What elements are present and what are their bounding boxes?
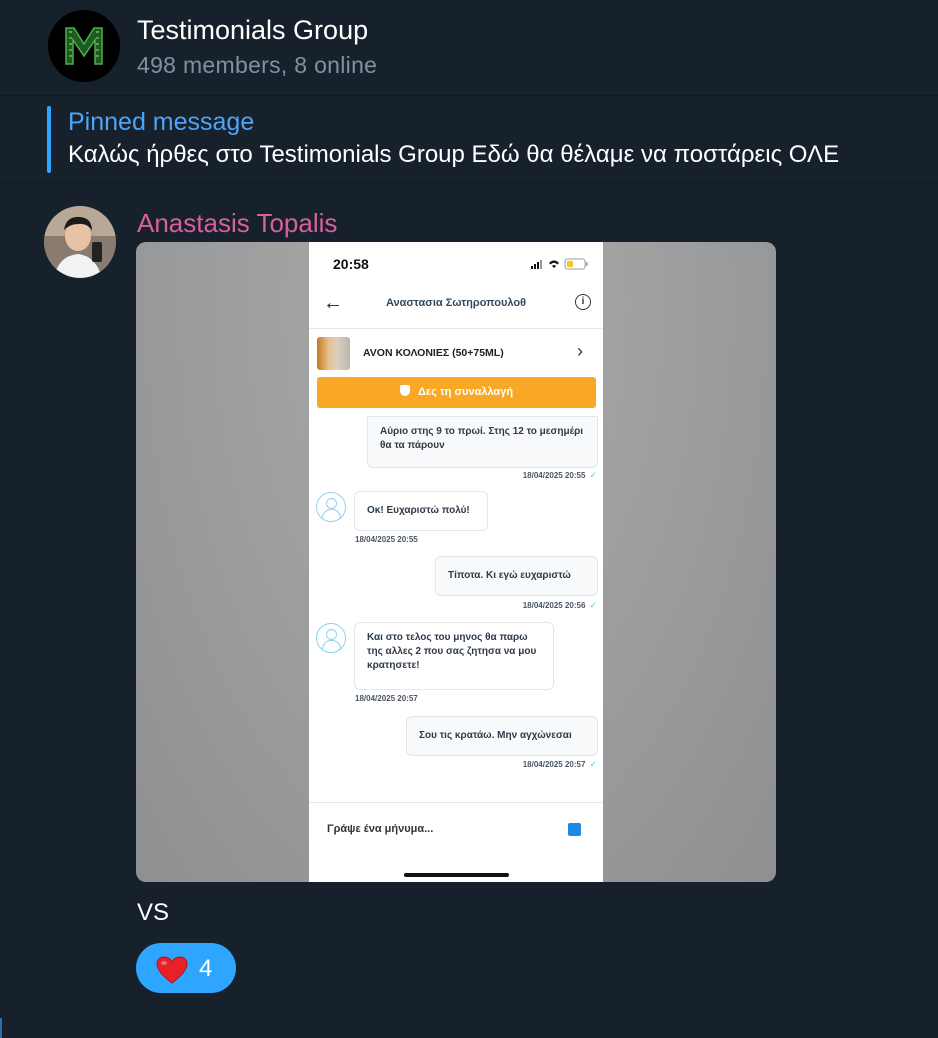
chat-title: Testimonials Group (137, 15, 369, 45)
timestamp-text: 18/04/2025 20:57 (522, 760, 586, 769)
message-text: Σου τις κρατάω. Μην αγχώνεσαι (419, 730, 572, 741)
read-check-icon: ✓ (589, 759, 597, 769)
member-count: 498 members, 8 online (137, 52, 378, 78)
message-timestamp: 18/04/2025 20:55 ✓ (523, 470, 597, 481)
sender-avatar[interactable] (44, 206, 116, 278)
info-icon: i (575, 294, 591, 310)
group-logo-icon (48, 10, 120, 82)
user-placeholder-icon (316, 492, 346, 522)
message-bubble-in: Οκ! Ευχαριστώ πολύ! (354, 491, 488, 531)
read-check-icon: ✓ (589, 470, 597, 480)
message-text: Αύριο στης 9 το πρωί. Στης 12 το μεσημέρ… (380, 426, 584, 451)
message-caption: VS (137, 899, 170, 926)
phone-message-input: Γράψε ένα μήνυμα... (309, 802, 603, 882)
timestamp-text: 18/04/2025 20:55 (522, 471, 586, 480)
home-indicator (404, 873, 509, 877)
image-icon (568, 823, 581, 836)
pinned-accent-bar (47, 106, 51, 173)
message-text: Οκ! Ευχαριστώ πολύ! (367, 505, 470, 516)
phone-chat-header: ← Αναστασια Σωτηροπουλοθ i (309, 282, 603, 329)
product-thumbnail (317, 337, 350, 370)
view-deal-label: Δες τη συναλλαγή (417, 386, 514, 398)
heart-icon (156, 956, 188, 984)
reaction-count: 4 (199, 955, 213, 982)
phone-screenshot: 20:58 ← Αναστασια Σωτηροπουλοθ i AVON ΚΟ… (309, 242, 603, 882)
user-photo-icon (44, 206, 116, 278)
read-check-icon: ✓ (589, 600, 597, 610)
sender-name[interactable]: Anastasis Topalis (137, 208, 337, 239)
pinned-text: Καλώς ήρθες στο Testimonials Group Εδώ θ… (68, 141, 840, 168)
message-timestamp: 18/04/2025 20:57 (355, 694, 418, 703)
message-timestamp: 18/04/2025 20:56 ✓ (523, 600, 597, 611)
message-bubble-out: Τίποτα. Κι εγώ ευχαριστώ (435, 556, 598, 596)
input-placeholder: Γράψε ένα μήνυμα... (327, 823, 434, 835)
product-row: AVON ΚΟΛΟΝΙΕΣ (50+75ML) › (309, 329, 603, 377)
chat-header[interactable]: Testimonials Group 498 members, 8 online (0, 0, 938, 96)
pinned-label: Pinned message (68, 108, 255, 136)
message-bubble-out: Σου τις κρατάω. Μην αγχώνεσαι (406, 716, 598, 756)
shield-icon (399, 385, 410, 396)
message-bubble-in: Και στο τελος του μηνος θα παρω της αλλε… (354, 622, 554, 690)
phone-conversation: Αύριο στης 9 το πρωί. Στης 12 το μεσημέρ… (309, 412, 603, 802)
message-text: Τίποτα. Κι εγώ ευχαριστώ (448, 570, 571, 581)
product-name: AVON ΚΟΛΟΝΙΕΣ (50+75ML) (363, 347, 504, 359)
message-bubble-out: Αύριο στης 9 το πρωί. Στης 12 το μεσημέρ… (367, 416, 598, 468)
timestamp-text: 18/04/2025 20:56 (522, 601, 586, 610)
reaction-button[interactable]: 4 (136, 943, 236, 993)
phone-clock: 20:58 (333, 256, 369, 272)
view-deal-button: Δες τη συναλλαγή (317, 377, 596, 408)
message-text: Και στο τελος του μηνος θα παρω της αλλε… (367, 632, 537, 671)
message-timestamp: 18/04/2025 20:57 ✓ (523, 759, 597, 770)
window-edge (0, 1018, 2, 1038)
message-timestamp: 18/04/2025 20:55 (355, 535, 418, 544)
contact-name: Αναστασια Σωτηροπουλοθ (385, 297, 527, 309)
group-avatar[interactable] (48, 10, 120, 82)
status-bar-icons (531, 258, 588, 270)
user-placeholder-icon (316, 623, 346, 653)
photo-attachment[interactable]: 20:58 ← Αναστασια Σωτηροπουλοθ i AVON ΚΟ… (136, 242, 776, 882)
pinned-message-bar[interactable]: Pinned message Καλώς ήρθες στο Testimoni… (0, 96, 938, 183)
chevron-right-icon: › (577, 341, 583, 361)
